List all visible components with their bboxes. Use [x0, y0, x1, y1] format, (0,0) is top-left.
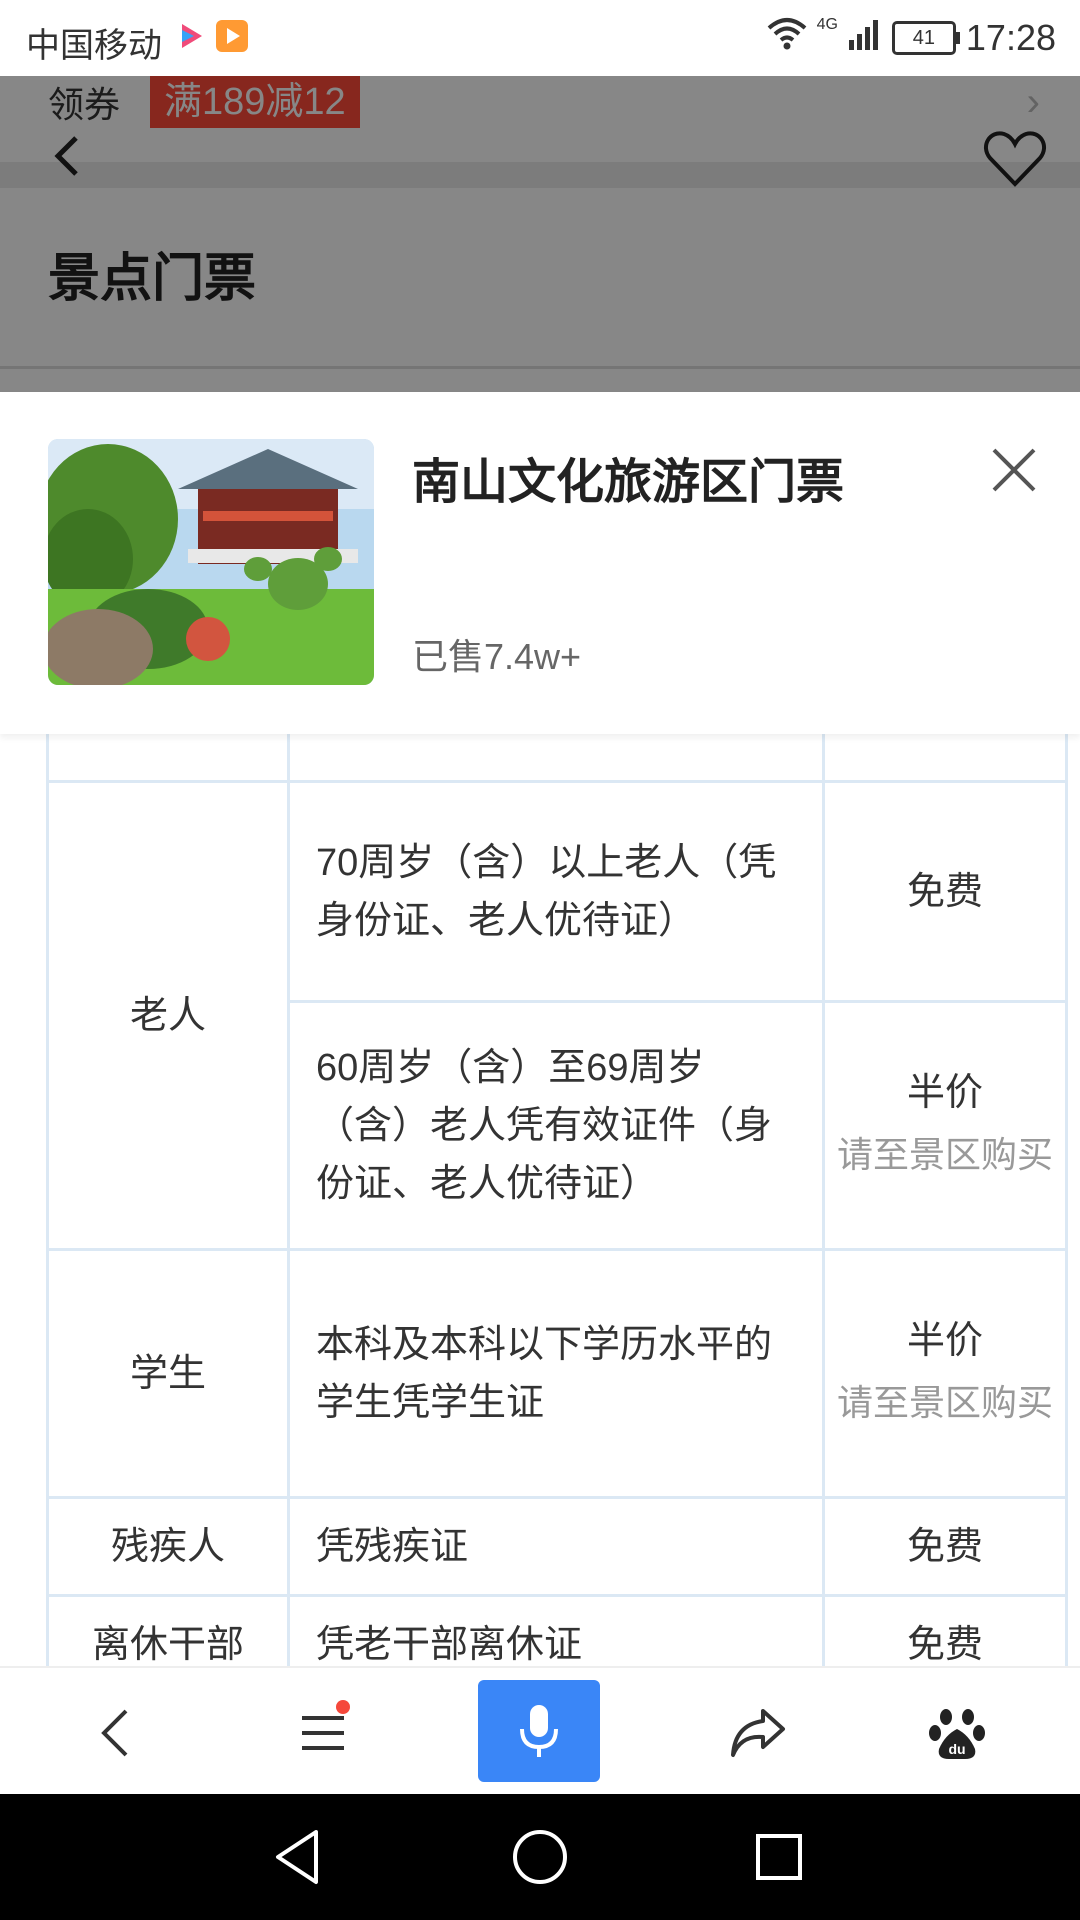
table-cell-desc: 本科及本科以下学历水平的学生凭学生证: [287, 1248, 825, 1499]
voice-search-button[interactable]: [478, 1680, 600, 1782]
table-cell-price: 免费: [822, 1496, 1068, 1597]
youku-app-icon: [176, 20, 208, 52]
nav-recents-icon[interactable]: [746, 1824, 812, 1890]
table-row: [46, 734, 1068, 783]
sold-count: 已售7.4w+: [412, 636, 582, 677]
share-icon[interactable]: [712, 1688, 802, 1778]
status-bar: 中国移动 4G 41 17:28: [0, 0, 1080, 76]
price-label: 半价: [906, 1319, 983, 1362]
carrier-name: 中国移动: [26, 27, 162, 65]
price-label: 免费: [906, 870, 983, 913]
table-row: 老人 70周岁（含）以上老人（凭身份证、老人优待证） 免费: [46, 780, 1068, 1251]
table-cell-category: 残疾人: [46, 1496, 290, 1597]
table-row: 学生 本科及本科以下学历水平的学生凭学生证 半价 请至景区购买: [46, 1248, 1068, 1499]
table-cell-desc: 凭老干部离休证: [287, 1594, 825, 1666]
browser-toolbar: du: [0, 1666, 1080, 1796]
purchase-note: 请至景区购买: [836, 1381, 1053, 1423]
product-thumbnail: [48, 439, 374, 685]
table-cell-price: 半价 请至景区购买: [822, 1248, 1068, 1499]
table-cell-category: 学生: [46, 1248, 290, 1499]
nav-back-icon[interactable]: [266, 1824, 332, 1890]
svg-text:du: du: [948, 1741, 965, 1757]
table-cell-desc: 70周岁（含）以上老人（凭身份证、老人优待证）: [287, 780, 825, 1003]
ticket-policy-table: 老人 70周岁（含）以上老人（凭身份证、老人优待证） 免费 60周岁（含）至69…: [46, 734, 1068, 1666]
table-cell-desc: [287, 734, 825, 783]
status-icons: 4G 41 17:28: [767, 16, 1056, 59]
battery-icon: 41: [891, 20, 960, 55]
menu-button[interactable]: [278, 1688, 368, 1778]
notification-dot: [336, 1700, 350, 1714]
table-row: 残疾人 凭残疾证 免费: [46, 1496, 1068, 1597]
android-nav-bar: [0, 1794, 1080, 1920]
nav-home-icon[interactable]: [507, 1824, 573, 1890]
product-header: 南山文化旅游区门票 已售7.4w+: [0, 392, 1080, 734]
price-label: 半价: [906, 1071, 983, 1114]
video-app-icon: [216, 20, 248, 52]
wifi-icon: [767, 16, 807, 59]
table-cell-category: 老人: [46, 780, 290, 1251]
table-cell-desc: 60周岁（含）至69周岁（含）老人凭有效证件（身份证、老人优待证）: [287, 1000, 825, 1251]
table-cell-category: 离休干部: [46, 1594, 290, 1666]
table-cell-price: [822, 734, 1068, 783]
table-cell-category: [46, 734, 290, 783]
network-type: 4G: [816, 16, 838, 33]
table-cell-price: 半价 请至景区购买: [822, 1000, 1068, 1251]
ticket-policy-table-wrap[interactable]: 老人 70周岁（含）以上老人（凭身份证、老人优待证） 免费 60周岁（含）至69…: [0, 734, 1080, 1666]
product-title: 南山文化旅游区门票: [412, 456, 845, 509]
clock: 17:28: [965, 16, 1056, 58]
table-cell-desc: 凭残疾证: [287, 1496, 825, 1597]
modal-overlay[interactable]: [0, 76, 1080, 392]
signal-icon: [848, 17, 882, 59]
close-icon[interactable]: [988, 444, 1040, 496]
table-cell-price: 免费: [822, 1594, 1068, 1666]
baidu-paw-icon[interactable]: du: [912, 1688, 1002, 1778]
table-cell-price: 免费: [822, 780, 1068, 1003]
table-row: 离休干部 凭老干部离休证 免费: [46, 1594, 1068, 1666]
back-arrow-button[interactable]: [72, 1688, 162, 1778]
purchase-note: 请至景区购买: [836, 1133, 1053, 1175]
